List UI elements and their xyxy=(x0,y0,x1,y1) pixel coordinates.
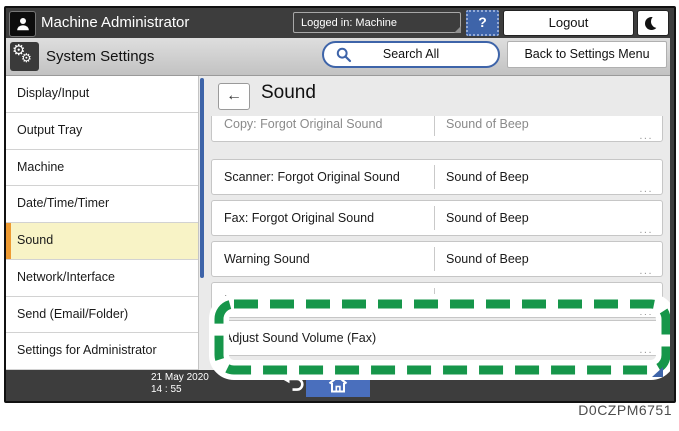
row-fax-forgot-original-sound[interactable]: Fax: Forgot Original Sound Sound of Beep… xyxy=(211,200,663,236)
page-title: System Settings xyxy=(46,38,154,76)
undo-arrow-icon xyxy=(281,374,307,394)
row-options-dots: ... xyxy=(639,266,653,276)
sidebar-item-machine[interactable]: Machine xyxy=(6,150,198,187)
home-icon xyxy=(327,374,349,394)
settings-list: Copy: Forgot Original Sound Sound of Bee… xyxy=(211,116,663,370)
bottom-bar: 21 May 2020 14 : 55 xyxy=(6,370,670,397)
time-label: 14 : 55 xyxy=(151,384,209,396)
row-options-dots: ... xyxy=(639,307,653,317)
row-options-dots: ... xyxy=(639,225,653,235)
sidebar-item-network-interface[interactable]: Network/Interface xyxy=(6,260,198,297)
row-options-dots: ... xyxy=(639,131,653,141)
sidebar-item-output-tray[interactable]: Output Tray xyxy=(6,113,198,150)
touch-screen: Machine Administrator Logged in: Machine… xyxy=(6,8,670,397)
search-all-button[interactable]: Search All xyxy=(322,41,500,68)
logout-button[interactable]: Logout xyxy=(503,10,634,36)
date-label: 21 May 2020 xyxy=(151,372,209,384)
help-button[interactable]: ? xyxy=(466,10,499,36)
sidebar-item-send-email-folder[interactable]: Send (Email/Folder) xyxy=(6,297,198,334)
logged-in-user-name: Machine Administrator xyxy=(41,8,189,38)
scroll-more-indicator xyxy=(652,367,663,377)
row-copy-forgot-original-sound[interactable]: Copy: Forgot Original Sound Sound of Bee… xyxy=(211,116,663,142)
device-screen-frame: Machine Administrator Logged in: Machine… xyxy=(4,6,676,403)
top-bar: Machine Administrator Logged in: Machine… xyxy=(6,8,670,38)
search-all-label: Search All xyxy=(324,43,498,66)
figure-reference-code: D0CZPM6751 xyxy=(578,402,672,418)
settings-header-bar: ⚙⚙ System Settings Search All Back to Se… xyxy=(6,38,670,76)
energy-saver-button[interactable] xyxy=(637,10,669,36)
row-scanner-forgot-original-sound[interactable]: Scanner: Forgot Original Sound Sound of … xyxy=(211,159,663,195)
crescent-moon-icon xyxy=(645,15,661,32)
scrollbar-thumb[interactable] xyxy=(200,78,204,278)
user-icon xyxy=(9,11,36,37)
date-time-display: 21 May 2020 14 : 55 xyxy=(151,372,209,395)
content-area: Display/Input Output Tray Machine Date/T… xyxy=(6,76,670,370)
sidebar-item-sound[interactable]: Sound xyxy=(6,223,198,260)
sidebar-item-date-time-timer[interactable]: Date/Time/Timer xyxy=(6,186,198,223)
row-adjust-sound-volume-fax[interactable]: Adjust Sound Volume (Fax) ... xyxy=(211,320,663,356)
home-button[interactable] xyxy=(306,370,370,397)
row-warning-sound[interactable]: Warning Sound Sound of Beep ... xyxy=(211,241,663,277)
back-button[interactable]: ← xyxy=(218,83,250,110)
row-blank-page-detected-sound[interactable]: Blank Page Detected Sound Sound of Beep … xyxy=(211,282,663,318)
section-title: Sound xyxy=(261,82,316,104)
settings-category-sidebar: Display/Input Output Tray Machine Date/T… xyxy=(6,76,199,370)
sidebar-item-display-input[interactable]: Display/Input xyxy=(6,76,198,113)
left-arrow-icon: ← xyxy=(226,87,242,104)
sidebar-item-settings-for-administrator[interactable]: Settings for Administrator xyxy=(6,333,198,370)
back-to-settings-menu-button[interactable]: Back to Settings Menu xyxy=(507,41,667,68)
logged-in-expand-handle xyxy=(454,26,461,33)
row-options-dots: ... xyxy=(639,184,653,194)
logged-in-status[interactable]: Logged in: Machine Administrator xyxy=(293,12,461,33)
row-options-dots: ... xyxy=(639,345,653,355)
system-settings-gear-icon: ⚙⚙ xyxy=(10,42,39,71)
